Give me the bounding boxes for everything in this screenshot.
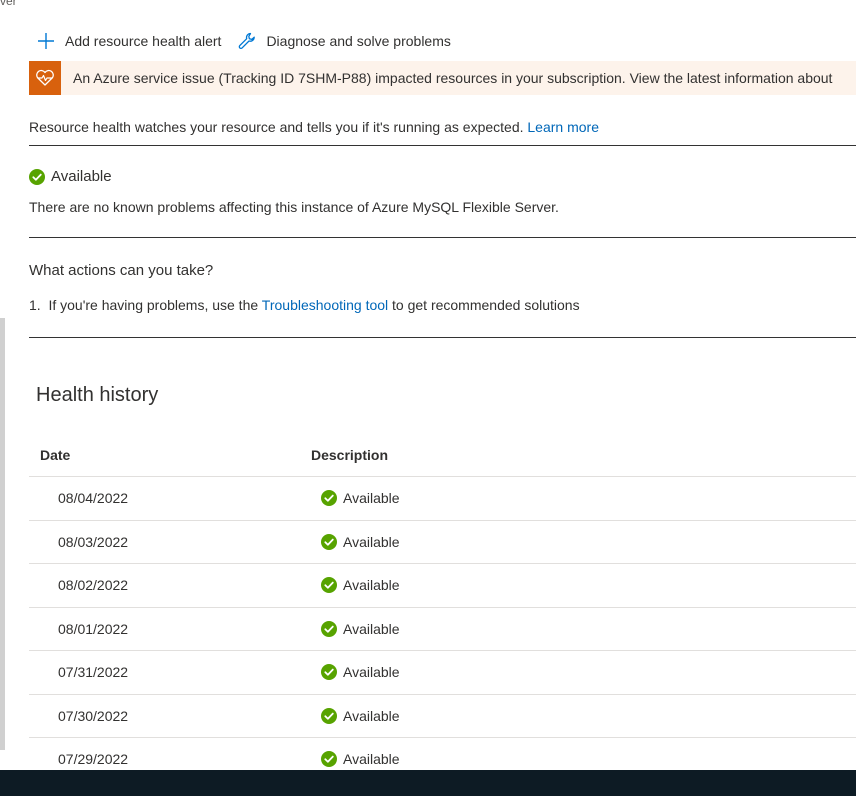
diagnose-label: Diagnose and solve problems <box>266 33 451 49</box>
table-row[interactable]: 07/31/2022 Available <box>29 651 856 695</box>
row-description: Available <box>311 620 400 637</box>
check-circle-icon <box>321 751 337 768</box>
divider <box>29 145 856 146</box>
service-health-heart-icon <box>29 61 61 95</box>
divider <box>29 237 856 238</box>
actions-heading: What actions can you take? <box>29 262 214 279</box>
table-row[interactable]: 08/04/2022 Available <box>29 477 856 521</box>
row-description: Available <box>311 664 400 681</box>
action-item: 1. If you're having problems, use the Tr… <box>29 297 580 313</box>
command-bar: Add resource health alert Diagnose and s… <box>36 29 467 53</box>
check-circle-icon <box>29 168 45 185</box>
row-date: 08/03/2022 <box>58 533 129 550</box>
learn-more-link[interactable]: Learn more <box>527 119 599 135</box>
troubleshooting-tool-link[interactable]: Troubleshooting tool <box>262 297 388 313</box>
check-circle-icon <box>321 533 337 550</box>
action-item-prefix: If you're having problems, use the <box>48 297 262 313</box>
resource-health-intro: Resource health watches your resource an… <box>29 119 599 135</box>
column-header-date[interactable]: Date <box>29 447 311 463</box>
health-history-table: Date Description 08/04/2022 Available 08/0… <box>29 434 856 782</box>
plus-icon <box>36 31 56 51</box>
column-header-description[interactable]: Description <box>311 447 388 463</box>
row-description: Available <box>311 490 400 507</box>
status-description: There are no known problems affecting th… <box>29 199 559 215</box>
table-row[interactable]: 08/02/2022 Available <box>29 564 856 608</box>
row-date: 07/29/2022 <box>58 751 129 768</box>
row-status-label: Available <box>343 664 400 681</box>
add-alert-label: Add resource health alert <box>65 33 222 49</box>
row-description: Available <box>311 707 400 724</box>
row-description: Available <box>311 577 400 594</box>
table-row[interactable]: 08/01/2022 Available <box>29 608 856 651</box>
table-row[interactable]: 07/30/2022 Available <box>29 695 856 738</box>
left-panel-scrollbar[interactable] <box>0 318 5 750</box>
diagnose-solve-problems-button[interactable]: Diagnose and solve problems <box>237 31 451 51</box>
intro-text: Resource health watches your resource an… <box>29 119 528 135</box>
check-circle-icon <box>321 577 337 594</box>
table-row[interactable]: 08/03/2022 Available <box>29 521 856 564</box>
add-resource-health-alert-button[interactable]: Add resource health alert <box>36 31 221 51</box>
row-status-label: Available <box>343 577 400 594</box>
divider <box>29 337 856 338</box>
row-status-label: Available <box>343 490 400 507</box>
row-date: 08/04/2022 <box>58 490 129 507</box>
row-status-label: Available <box>343 751 400 768</box>
row-date: 08/01/2022 <box>58 620 129 637</box>
row-date: 08/02/2022 <box>58 577 129 594</box>
status-label: Available <box>51 168 112 185</box>
table-header: Date Description <box>29 434 856 477</box>
row-date: 07/31/2022 <box>58 664 129 681</box>
window-title-fragment: ver <box>0 0 17 8</box>
row-description: Available <box>311 533 400 550</box>
current-status: Available <box>29 168 112 185</box>
taskbar <box>0 770 856 796</box>
check-circle-icon <box>321 620 337 637</box>
banner-message: An Azure service issue (Tracking ID 7SHM… <box>73 70 833 86</box>
action-item-number: 1. <box>29 297 41 313</box>
row-status-label: Available <box>343 620 400 637</box>
wrench-icon <box>237 31 257 51</box>
row-status-label: Available <box>343 533 400 550</box>
check-circle-icon <box>321 490 337 507</box>
check-circle-icon <box>321 664 337 681</box>
row-date: 07/30/2022 <box>58 707 129 724</box>
row-description: Available <box>311 751 400 768</box>
check-circle-icon <box>321 707 337 724</box>
service-issue-banner[interactable]: An Azure service issue (Tracking ID 7SHM… <box>29 61 856 95</box>
action-item-suffix: to get recommended solutions <box>388 297 580 313</box>
row-status-label: Available <box>343 707 400 724</box>
health-history-title: Health history <box>36 384 159 406</box>
